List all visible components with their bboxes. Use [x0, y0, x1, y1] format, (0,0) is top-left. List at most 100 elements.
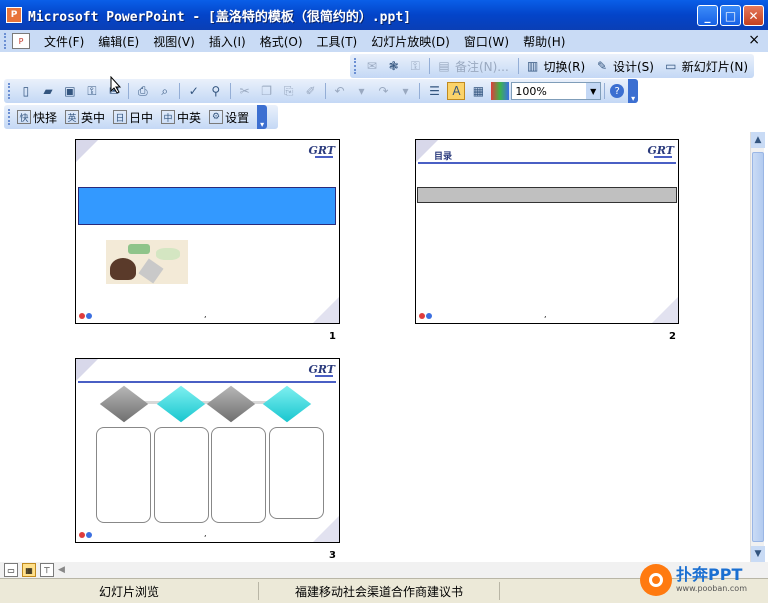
illustration-image — [106, 240, 188, 284]
permission-icon[interactable]: ⚿ — [406, 57, 424, 75]
scroll-left-icon[interactable]: ◀ — [58, 565, 65, 575]
transition-button[interactable]: 切换(R) — [544, 58, 586, 75]
redo-icon[interactable]: ↷ — [375, 82, 393, 100]
rounded-box — [269, 427, 324, 519]
menu-edit[interactable]: 编辑(E) — [98, 33, 139, 50]
footer-dot: , — [544, 310, 547, 319]
pooban-logo-icon — [640, 564, 672, 596]
watermark-title: 扑奔PPT — [676, 565, 743, 584]
status-view: 幻灯片浏览 — [98, 584, 159, 599]
menu-view[interactable]: 视图(V) — [153, 33, 195, 50]
toolbar-grip[interactable] — [354, 58, 357, 74]
footer-logo-icon — [79, 532, 93, 539]
document-close-icon[interactable]: × — [748, 32, 760, 48]
ime-quick-button[interactable]: 快择 — [33, 109, 57, 126]
scroll-up-icon[interactable]: ▲ — [751, 132, 765, 148]
menu-file[interactable]: 文件(F) — [44, 33, 84, 50]
menu-window[interactable]: 窗口(W) — [464, 33, 509, 50]
menu-slideshow[interactable]: 幻灯片放映(D) — [371, 33, 450, 50]
design-icon: ✎ — [597, 59, 608, 73]
menu-help[interactable]: 帮助(H) — [523, 33, 565, 50]
minimize-button[interactable]: _ — [697, 5, 718, 26]
permission-icon[interactable]: ⚿ — [83, 82, 101, 100]
new-slide-button[interactable]: 新幻灯片(N) — [682, 58, 748, 75]
expand-all-icon[interactable]: ☰ — [425, 82, 443, 100]
window-controls: _ □ ✕ — [697, 5, 764, 26]
vertical-scrollbar[interactable]: ▲ ▼ — [750, 132, 765, 562]
ime-toolbar: 快 快择 英 英中 日 日中 中 中英 ⚙ 设置 ▾ — [4, 105, 278, 129]
toolbar-options-icon[interactable]: ▾ — [628, 79, 639, 103]
grid-icon[interactable]: ▦ — [469, 82, 487, 100]
menu-grip[interactable] — [4, 33, 8, 49]
redo-dropdown-icon[interactable]: ▾ — [397, 82, 415, 100]
save-icon[interactable]: ▣ — [61, 82, 79, 100]
print-icon[interactable]: ⎙ — [134, 82, 152, 100]
zoom-value: 100% — [515, 84, 547, 98]
rounded-box — [154, 427, 209, 523]
show-formatting-icon[interactable]: A — [447, 82, 466, 100]
cube-shape-cyan — [156, 385, 206, 423]
window-title: Microsoft PowerPoint - [盖洛特的模板（很简约的）.ppt… — [28, 9, 411, 25]
menu-format[interactable]: 格式(O) — [260, 33, 303, 50]
zoom-dropdown-icon[interactable]: ▼ — [586, 83, 601, 99]
ime-quick-icon: 快 — [17, 110, 31, 124]
title-bar: P Microsoft PowerPoint - [盖洛特的模板（很简约的）.p… — [0, 0, 768, 30]
new-slide-icon: ▭ — [665, 59, 677, 73]
print-preview-icon[interactable]: ⌕ — [156, 82, 174, 100]
research-icon[interactable]: ❃ — [385, 57, 403, 75]
toolbar-separator — [178, 83, 180, 99]
note-button[interactable]: 备注(N)... — [455, 58, 509, 75]
mouse-cursor-icon — [110, 76, 122, 94]
zoom-select[interactable]: 100% ▼ — [511, 82, 602, 100]
footer-logo-icon — [419, 313, 433, 320]
ime-jp-cn-button[interactable]: 日中 — [129, 109, 153, 126]
paste-icon[interactable]: ⎘ — [280, 82, 298, 100]
help-icon[interactable]: ? — [610, 84, 625, 98]
slide-sorter-area[interactable]: GRT , 1 目录 GRT , 2 GRT , 3 — [0, 132, 750, 562]
maximize-button[interactable]: □ — [720, 5, 741, 26]
copy-icon[interactable]: ❐ — [258, 82, 276, 100]
new-file-icon[interactable]: ▯ — [17, 82, 35, 100]
transition-icon: ▥ — [526, 59, 539, 73]
status-separator — [499, 582, 500, 600]
toolbar-options-icon[interactable]: ▾ — [257, 105, 268, 129]
normal-view-icon[interactable]: ▭ — [4, 563, 18, 577]
slide-thumbnail-1[interactable]: GRT , — [75, 139, 340, 324]
slide-corner-decoration — [313, 516, 339, 542]
undo-dropdown-icon[interactable]: ▾ — [353, 82, 371, 100]
menu-tools[interactable]: 工具(T) — [317, 33, 358, 50]
slide-thumbnail-2[interactable]: 目录 GRT , — [415, 139, 679, 324]
slide-corner-decoration — [76, 140, 98, 162]
format-painter-icon[interactable]: ✐ — [302, 82, 320, 100]
cube-shape-gray — [206, 385, 256, 423]
research-icon[interactable]: ⚲ — [207, 82, 225, 100]
footer-logo-icon — [79, 313, 93, 320]
email-icon[interactable]: ✉ — [363, 57, 381, 75]
note-icon[interactable]: ▤ — [435, 57, 453, 75]
document-icon[interactable]: P — [12, 33, 30, 49]
menu-insert[interactable]: 插入(I) — [209, 33, 246, 50]
toolbar-grip[interactable] — [8, 109, 11, 125]
ime-en-cn-icon: 英 — [65, 110, 80, 124]
toolbar-separator — [127, 83, 129, 99]
spelling-icon[interactable]: ✓ — [185, 82, 203, 100]
slide-thumbnail-3[interactable]: GRT , — [75, 358, 340, 543]
ime-cn-en-button[interactable]: 中英 — [177, 109, 201, 126]
close-button[interactable]: ✕ — [743, 5, 764, 26]
cut-icon[interactable]: ✂ — [236, 82, 254, 100]
ime-en-cn-button[interactable]: 英中 — [81, 109, 105, 126]
slide-sorter-view-icon[interactable]: ▦ — [22, 563, 36, 577]
toolbar-grip[interactable] — [8, 83, 11, 99]
slideshow-view-icon[interactable]: ⊤ — [40, 563, 54, 577]
undo-icon[interactable]: ↶ — [331, 82, 349, 100]
powerpoint-app-icon[interactable]: P — [6, 7, 22, 23]
slide-number-3: 3 — [329, 550, 336, 561]
slide-corner-decoration — [652, 297, 678, 323]
toolbar-separator — [324, 83, 326, 99]
design-button[interactable]: 设计(S) — [613, 58, 654, 75]
ime-settings-button[interactable]: 设置 — [225, 109, 249, 126]
scroll-thumb[interactable] — [752, 152, 764, 542]
open-folder-icon[interactable]: ▰ — [39, 82, 57, 100]
color-grayscale-icon[interactable] — [491, 82, 510, 100]
watermark-url: www.pooban.com — [676, 584, 747, 593]
